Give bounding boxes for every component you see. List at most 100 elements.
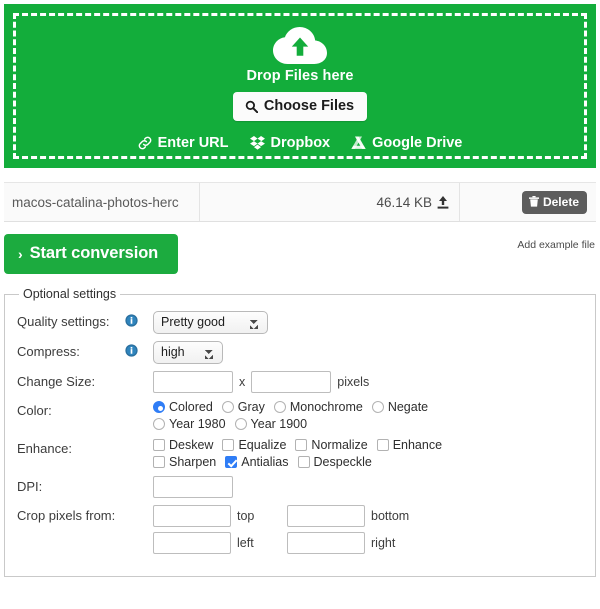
color-radio-negate[interactable] [371,401,384,413]
chevron-right-icon: › [18,245,23,262]
color-label: Color: [17,403,52,418]
crop-right-input[interactable] [287,532,365,554]
enhance-checkbox-enhance[interactable] [376,439,389,451]
enhance-field: Deskew Equalize Normalize Enhance Sharpe… [153,438,595,469]
link-icon [138,136,151,150]
enhance-option-label: Sharpen [169,455,217,469]
dpi-info-spacer [125,476,153,479]
quality-settings-row: Quality settings: Pretty good [17,311,595,334]
dropbox-link[interactable]: Dropbox [249,135,331,151]
enhance-checkbox-normalize[interactable] [295,439,308,451]
color-field: Colored Gray Monochrome Negate Year 1980 [153,400,595,431]
file-dropzone[interactable]: Drop Files here Choose Files Enter URL D… [4,4,596,168]
add-example-file-link[interactable]: Add example file [517,239,595,251]
enhance-info-spacer [125,438,153,441]
crop-row: Crop pixels from: top bottom left right [17,505,595,559]
enhance-row: Enhance: Deskew Equalize Normalize Enhan… [17,438,595,469]
quality-field: Pretty good [153,311,595,334]
enhance-checkbox-sharpen[interactable] [153,456,165,468]
cloud-upload-icon [273,27,327,64]
color-option-monochrome[interactable]: Monochrome [273,400,363,414]
color-radio-year-1980[interactable] [153,418,165,430]
enhance-option-antialias[interactable]: Antialias [225,455,289,469]
color-radio-year-1900[interactable] [234,418,247,430]
choose-files-button[interactable]: Choose Files [232,92,368,121]
enhance-checkbox-equalize[interactable] [222,439,235,451]
dropbox-label: Dropbox [270,135,331,151]
quality-settings-label: Quality settings: [17,314,110,329]
height-input[interactable] [251,371,332,393]
trash-icon [528,196,539,207]
enter-url-link[interactable]: Enter URL [138,135,229,151]
compress-info-wrap[interactable] [125,341,153,357]
optional-settings-legend: Optional settings [23,287,117,301]
enhance-option-deskew[interactable]: Deskew [153,438,213,452]
uploaded-file-row: macos-catalina-photos-herc 46.14 KB Dele… [4,182,596,222]
upload-arrow-icon [437,195,449,209]
crop-left-input[interactable] [153,532,231,554]
dropzone-title: Drop Files here [246,68,354,84]
enhance-option-label: Normalize [311,438,368,452]
color-row: Color: Colored Gray Monochrome Negate Ye… [17,400,595,431]
enhance-option-sharpen[interactable]: Sharpen [153,455,216,469]
change-size-label: Change Size: [17,374,96,389]
width-input[interactable] [153,371,233,393]
enhance-label: Enhance: [17,441,72,456]
crop-info-spacer [125,505,153,508]
color-option-gray[interactable]: Gray [221,400,265,414]
size-separator: x [239,375,246,389]
google-drive-icon [351,136,366,149]
file-size-cell: 46.14 KB [200,183,460,221]
compress-row: Compress: high [17,341,595,364]
enhance-checkbox-antialias[interactable] [225,456,238,468]
start-conversion-button[interactable]: › Start conversion [4,234,179,274]
color-radio-colored[interactable] [153,401,165,413]
color-option-colored[interactable]: Colored [153,400,213,414]
dpi-field [153,476,595,498]
google-drive-label: Google Drive [372,135,463,151]
enhance-option-normalize[interactable]: Normalize [295,438,368,452]
quality-info-wrap[interactable] [125,311,153,327]
service-links: Enter URL Dropbox Google Drive [138,135,462,151]
crop-top-input[interactable] [153,505,231,527]
file-action-cell: Delete [460,183,596,221]
change-size-row: Change Size: x pixels [17,371,595,393]
color-option-year-1900[interactable]: Year 1900 [234,417,308,431]
delete-file-button[interactable]: Delete [521,190,587,214]
color-radio-gray[interactable] [221,401,234,413]
info-icon [125,314,138,327]
dropzone-dashed-border: Drop Files here Choose Files Enter URL D… [13,13,587,159]
color-option-label: Colored [169,400,213,414]
pixels-unit-label: pixels [337,375,370,389]
crop-bottom-input[interactable] [287,505,365,527]
color-option-label: Year 1900 [250,417,308,431]
enhance-option-despeckle[interactable]: Despeckle [297,455,372,469]
color-option-label: Year 1980 [169,417,226,431]
enhance-option-equalize[interactable]: Equalize [222,438,286,452]
enhance-option-label: Enhance [392,438,443,452]
enhance-checkbox-deskew[interactable] [153,439,165,451]
file-name-cell: macos-catalina-photos-herc [4,183,200,221]
quality-select[interactable]: Pretty good [153,311,268,334]
compress-label: Compress: [17,344,80,359]
file-name: macos-catalina-photos-herc [12,194,179,210]
enhance-option-label: Antialias [241,455,289,469]
enhance-option-enhance[interactable]: Enhance [376,438,443,452]
compress-select[interactable]: high [153,341,223,364]
dpi-input[interactable] [153,476,233,498]
enhance-checkbox-despeckle[interactable] [297,456,310,468]
enhance-option-label: Equalize [238,438,287,452]
enter-url-label: Enter URL [157,135,229,151]
crop-left-right-line: left right [153,532,595,554]
crop-right-label: right [371,536,396,550]
color-option-negate[interactable]: Negate [371,400,429,414]
change-size-info-spacer [125,371,153,374]
color-radio-monochrome[interactable] [273,401,286,413]
color-info-spacer [125,400,153,403]
color-option-year-1980[interactable]: Year 1980 [153,417,226,431]
file-size: 46.14 KB [376,194,432,210]
color-option-label: Negate [387,400,429,414]
dpi-label: DPI: [17,479,43,494]
google-drive-link[interactable]: Google Drive [351,135,462,151]
crop-label: Crop pixels from: [17,508,116,523]
